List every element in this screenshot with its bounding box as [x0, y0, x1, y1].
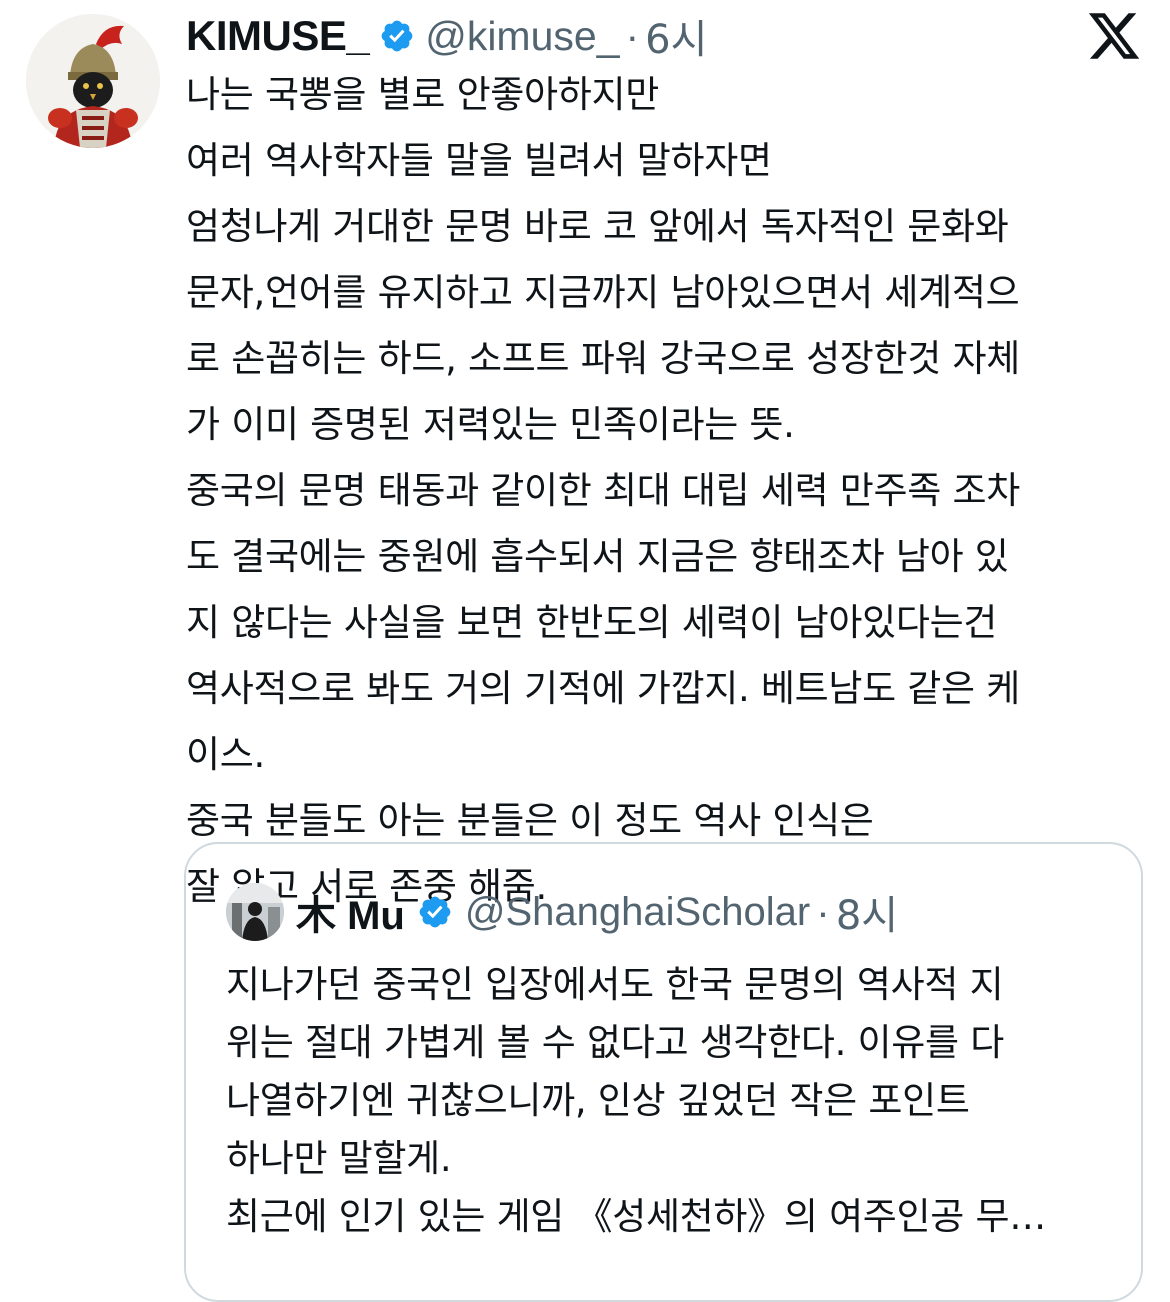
tweet-text-line: 가 이미 증명된 저력있는 민족이라는 뜻. — [186, 403, 795, 446]
quoted-tweet[interactable]: 木 Mu @ShanghaiScholar · 8시 지나가던 중국인 입장에서… — [184, 842, 1143, 1302]
tweet-timestamp[interactable]: 6시 — [645, 7, 707, 65]
tweet-text-line: 역사적으로 봐도 거의 기적에 가깝지. 베트남도 같은 케 — [186, 667, 1020, 710]
tweet-card[interactable]: KIMUSE_ @kimuse_ · 6시 나는 국뽕을 별로 안좋아하지만 여… — [0, 0, 1170, 1302]
quoted-text-line: 나열하기엔 귀찮으니까, 인상 깊었던 작은 포인트 — [226, 1079, 970, 1122]
tweet-header: KIMUSE_ @kimuse_ · 6시 — [186, 8, 707, 64]
author-handle[interactable]: @kimuse_ — [425, 13, 619, 60]
quoted-tweet-timestamp[interactable]: 8시 — [836, 883, 898, 941]
header-separator: · — [625, 12, 640, 59]
author-avatar[interactable] — [26, 14, 160, 148]
tweet-text-line: 도 결국에는 중원에 흡수되서 지금은 향태조차 남아 있 — [186, 535, 1009, 578]
quoted-tweet-text: 지나가던 중국인 입장에서도 한국 문명의 역사적 지 위는 절대 가볍게 볼 … — [226, 956, 1116, 1246]
header-separator: · — [816, 888, 830, 935]
quoted-author-avatar[interactable] — [226, 883, 284, 941]
quoted-text-line: 지나가던 중국인 입장에서도 한국 문명의 역사적 지 — [226, 963, 1004, 1006]
person-avatar-icon — [226, 883, 284, 941]
tweet-text-line: 엄청나게 거대한 문명 바로 코 앞에서 독자적인 문화와 — [186, 205, 1009, 248]
author-display-name[interactable]: KIMUSE_ — [186, 12, 370, 60]
tweet-text-line: 중국의 문명 태동과 같이한 최대 대립 세력 만주족 조차 — [186, 469, 1020, 512]
quoted-author-handle[interactable]: @ShanghaiScholar — [465, 890, 810, 935]
verified-badge-icon[interactable] — [379, 18, 415, 54]
quoted-tweet-header: 木 Mu @ShanghaiScholar · 8시 — [226, 882, 898, 942]
quoted-text-line: 위는 절대 가볍게 볼 수 없다고 생각한다. 이유를 다 — [226, 1021, 1004, 1064]
tweet-text-line: 여러 역사학자들 말을 빌려서 말하자면 — [186, 139, 772, 182]
warrior-avatar-icon — [26, 14, 160, 148]
quoted-text-line: 하나만 말할게. — [226, 1137, 452, 1180]
quoted-author-display-name[interactable]: 木 Mu — [296, 883, 405, 941]
tweet-text-line: 나는 국뽕을 별로 안좋아하지만 — [186, 73, 660, 116]
quoted-text-line: 최근에 인기 있는 게임 《성세천하》의 여주인공 무… — [226, 1195, 1046, 1238]
tweet-text-line: 이스. — [186, 733, 265, 776]
tweet-text-line: 지 않다는 사실을 보면 한반도의 세력이 남아있다는건 — [186, 601, 998, 644]
tweet-text-line: 로 손꼽히는 하드, 소프트 파워 강국으로 성장한것 자체 — [186, 337, 1020, 380]
tweet-text-line: 문자,언어를 유지하고 지금까지 남아있으면서 세계적으 — [186, 271, 1020, 314]
tweet-text: 나는 국뽕을 별로 안좋아하지만 여러 역사학자들 말을 빌려서 말하자면 엄청… — [186, 62, 1146, 920]
verified-badge-icon[interactable] — [417, 894, 453, 930]
x-logo-icon[interactable] — [1086, 8, 1142, 64]
